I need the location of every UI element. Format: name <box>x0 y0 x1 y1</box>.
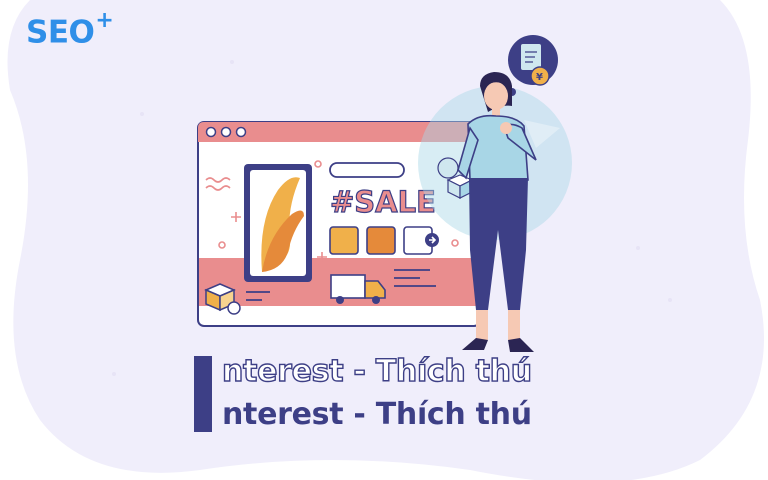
ball-icon <box>437 157 459 179</box>
product-card <box>244 164 312 282</box>
headline-outline: nterest - Thích thú <box>221 353 532 389</box>
illustration-canvas: SEO+ #SALE ¥ nterest - Thích thú nterest… <box>0 0 768 480</box>
coin-symbol: ¥ <box>536 72 543 83</box>
letter-i-bar <box>194 356 212 432</box>
headline-title: nterest - Thích thú <box>222 397 532 432</box>
sale-tag: #SALE <box>330 185 436 219</box>
